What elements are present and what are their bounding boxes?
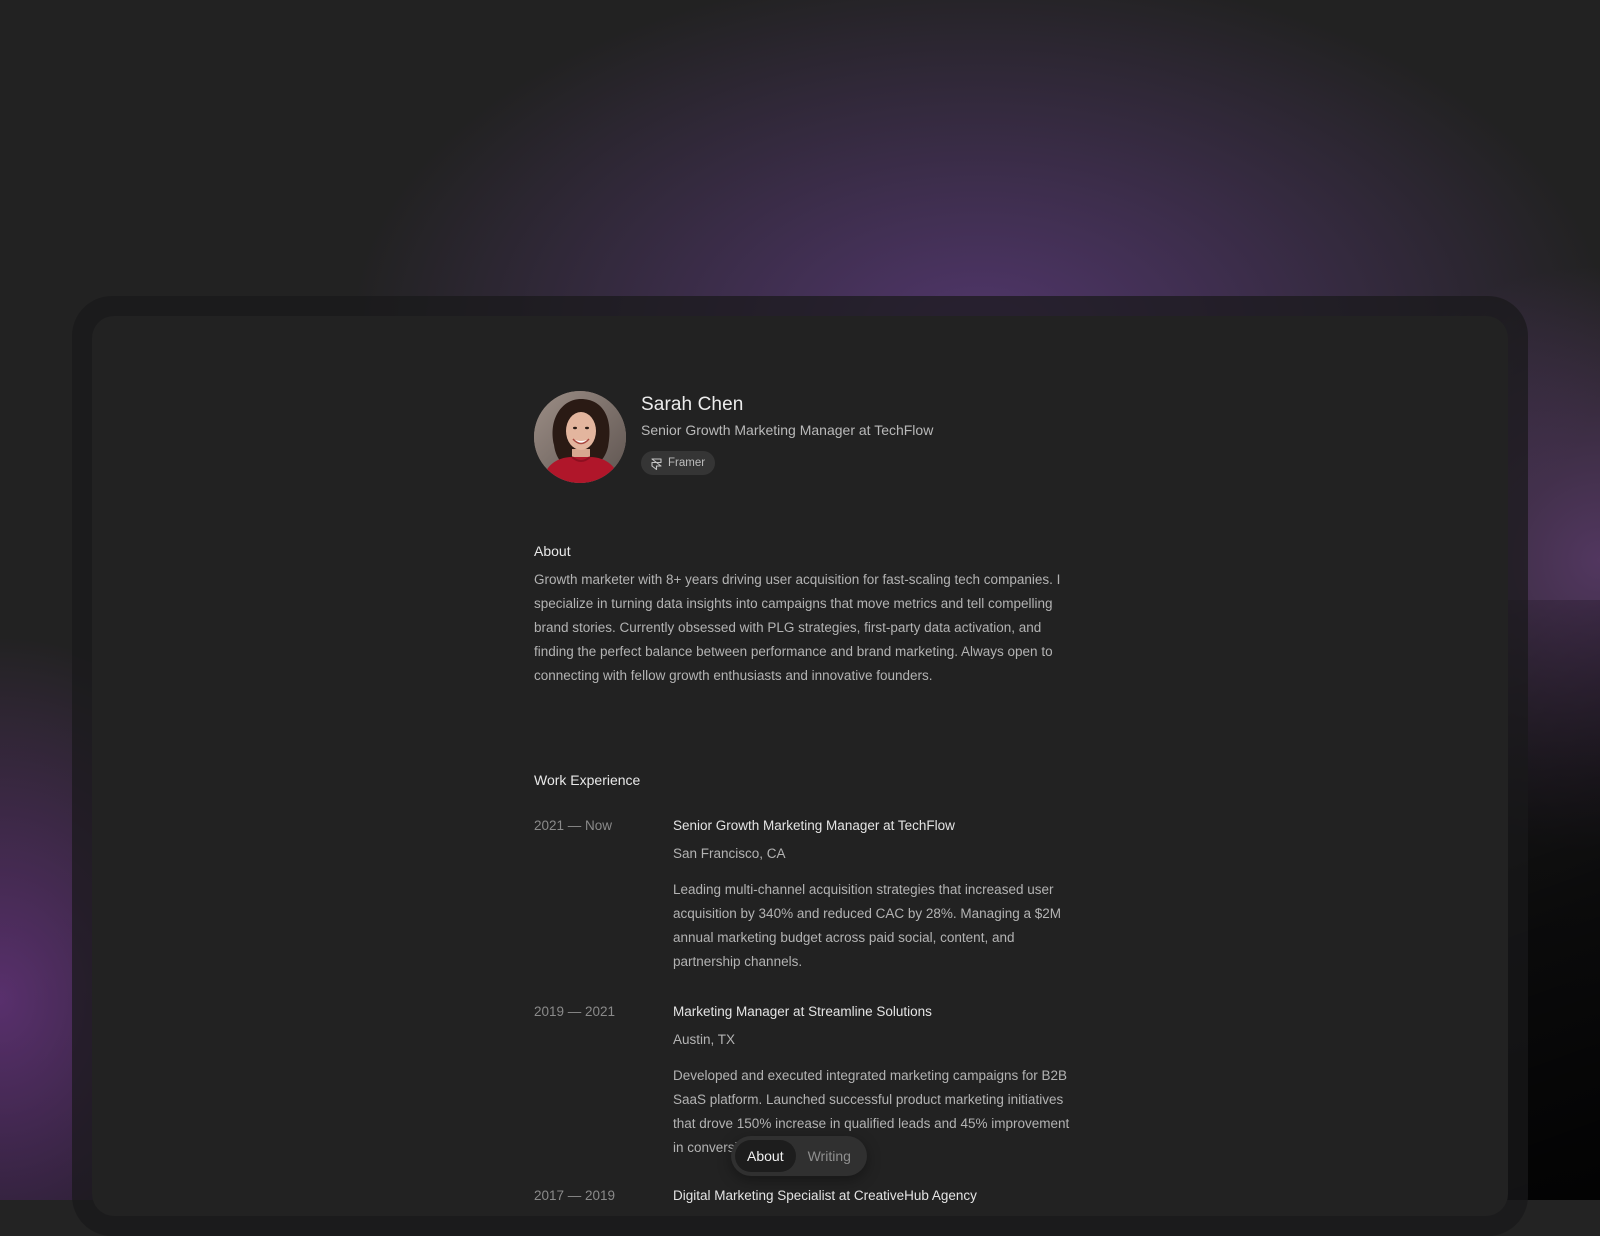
tab-about[interactable]: About: [735, 1140, 796, 1172]
job-description: Leading multi-channel acquisition strate…: [673, 882, 1061, 969]
main-content: Sarah Chen Senior Growth Marketing Manag…: [534, 391, 1074, 1203]
job-title: Digital Marketing Specialist at Creative…: [673, 1188, 977, 1203]
profile-role: Senior Growth Marketing Manager at TechF…: [641, 422, 934, 438]
job-date: 2021 — Now: [534, 818, 613, 833]
job-date: 2017 — 2019: [534, 1188, 616, 1203]
about-text: Growth marketer with 8+ years driving us…: [534, 572, 1061, 683]
work-experience-heading: Work Experience: [534, 772, 641, 788]
about-heading: About: [534, 543, 571, 559]
job-title: Senior Growth Marketing Manager at TechF…: [673, 818, 955, 833]
profile-name: Sarah Chen: [641, 394, 744, 415]
profile-header: Sarah Chen Senior Growth Marketing Manag…: [534, 391, 1074, 486]
job-location: San Francisco, CA: [673, 846, 786, 861]
framer-badge[interactable]: Framer: [641, 451, 716, 475]
badge-label: Framer: [668, 457, 706, 469]
floating-tab-bar: About Writing: [731, 1136, 867, 1176]
profile-photo-icon: [534, 391, 626, 483]
framer-icon: [651, 457, 662, 471]
tab-writing[interactable]: Writing: [796, 1140, 863, 1172]
job-location: Austin, TX: [673, 1032, 736, 1047]
avatar: [534, 391, 626, 483]
job-date: 2019 — 2021: [534, 1004, 616, 1019]
profile-card: Sarah Chen Senior Growth Marketing Manag…: [92, 316, 1508, 1216]
job-title: Marketing Manager at Streamline Solution…: [673, 1004, 932, 1019]
